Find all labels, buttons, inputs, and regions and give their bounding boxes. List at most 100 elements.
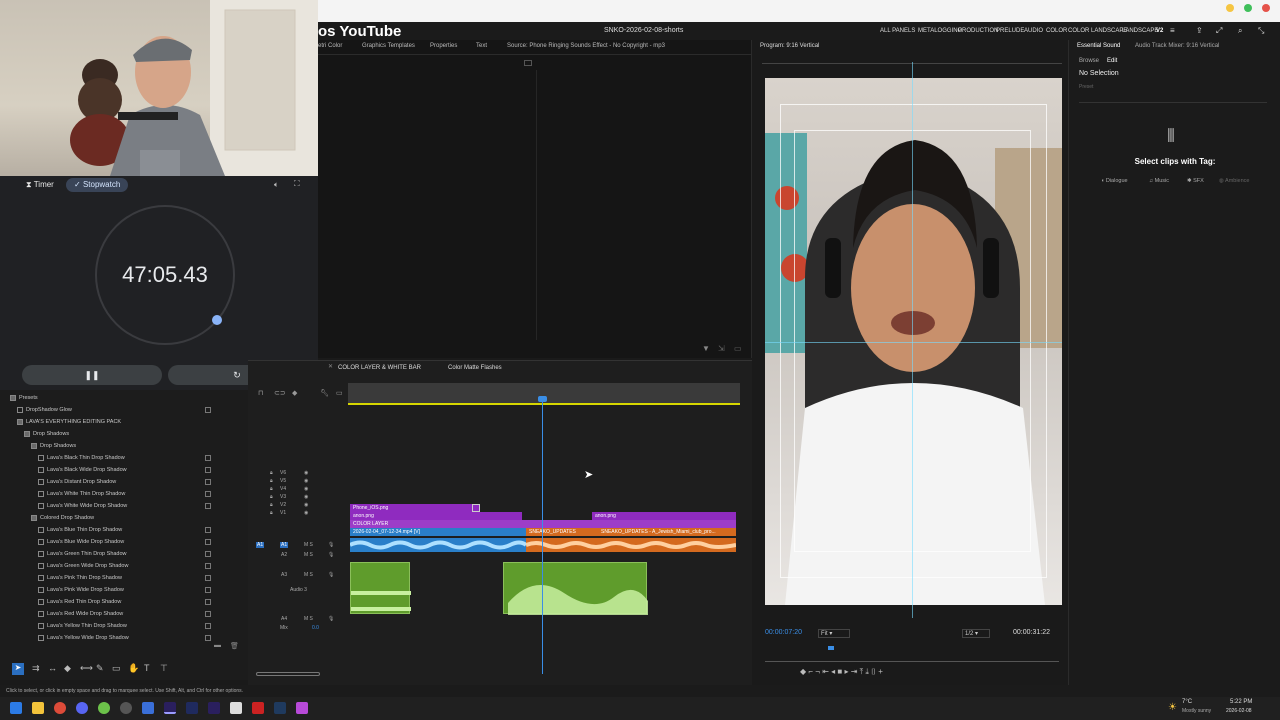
- effects-preset[interactable]: Lava's Red Wide Drop Shadow: [38, 608, 123, 620]
- caption-tool-icon[interactable]: ⊤: [160, 663, 168, 674]
- effects-preset[interactable]: Lava's Red Thin Drop Shadow: [38, 596, 121, 608]
- clip-color-layer[interactable]: COLOR LAYER: [350, 520, 736, 528]
- premiere-pro-icon[interactable]: [164, 702, 176, 714]
- file-explorer-icon[interactable]: [32, 702, 44, 714]
- shield-icon[interactable]: [142, 702, 154, 714]
- trash-icon[interactable]: 🗑︎: [230, 642, 239, 650]
- app-icon[interactable]: [296, 702, 308, 714]
- eye-icon[interactable]: ◉: [304, 510, 308, 516]
- effects-folder[interactable]: Drop Shadows: [24, 428, 69, 440]
- effects-preset[interactable]: Lava's Yellow Thin Drop Shadow: [38, 620, 127, 632]
- workspace-all-panels[interactable]: ALL PANELS: [880, 28, 915, 34]
- clip-phone[interactable]: Phone_iOS.png: [350, 504, 480, 512]
- track-select-tool-icon[interactable]: ⇉: [32, 663, 40, 674]
- fit-select[interactable]: Fit ▾: [818, 629, 850, 638]
- export-frame-icon[interactable]: ⇲: [718, 344, 725, 353]
- pause-button[interactable]: ❚❚: [22, 365, 162, 385]
- tab-lumetri-color[interactable]: etri Color: [318, 43, 342, 49]
- video-track-label[interactable]: V2: [280, 502, 286, 508]
- tab-timeline-color-matte[interactable]: Color Matte Flashes: [448, 365, 502, 371]
- workspace-production[interactable]: PRODUCTION: [958, 28, 998, 34]
- effects-folder[interactable]: Colored Drop Shadow: [31, 512, 94, 524]
- close-dot[interactable]: [1262, 4, 1270, 12]
- effects-preset[interactable]: Lava's White Thin Drop Shadow: [38, 488, 125, 500]
- lock-icon[interactable]: 🔒︎: [270, 478, 273, 484]
- microphone-icon[interactable]: 🎙︎: [328, 572, 334, 578]
- clip-sneako-audio[interactable]: [525, 538, 737, 552]
- effects-preset[interactable]: Lava's Distant Drop Shadow: [38, 476, 116, 488]
- microphone-icon[interactable]: 🎙︎: [328, 542, 334, 548]
- eye-icon[interactable]: ◉: [304, 470, 308, 476]
- tab-source[interactable]: Source: Phone Ringing Sounds Effect - No…: [507, 43, 665, 49]
- lock-icon[interactable]: 🔒︎: [270, 494, 273, 500]
- clock-date[interactable]: 2026-02-08: [1226, 708, 1252, 714]
- microphone-icon[interactable]: 🎙︎: [328, 616, 334, 622]
- after-effects-icon[interactable]: [208, 702, 220, 714]
- tag-dialogue[interactable]: ◖ Dialogue: [1101, 178, 1128, 184]
- effects-folder[interactable]: Presets: [10, 392, 38, 404]
- eye-icon[interactable]: ◉: [304, 494, 308, 500]
- linked-selection-icon[interactable]: ⊂⊃: [274, 389, 286, 397]
- tab-properties[interactable]: Properties: [430, 43, 457, 49]
- discord-icon[interactable]: [76, 702, 88, 714]
- tab-text[interactable]: Text: [476, 43, 487, 49]
- timeline-playhead[interactable]: [542, 398, 543, 674]
- eye-icon[interactable]: ◉: [304, 502, 308, 508]
- effects-preset[interactable]: Lava's Pink Wide Drop Shadow: [38, 584, 124, 596]
- effects-preset[interactable]: Lava's Yellow Wide Drop Shadow: [38, 632, 129, 644]
- source-patch-a1[interactable]: A1: [256, 542, 265, 548]
- captions-icon[interactable]: ▭: [336, 389, 343, 397]
- mute-solo-icon[interactable]: M S: [304, 552, 313, 558]
- tab-browse[interactable]: Browse: [1079, 58, 1099, 64]
- effects-preset[interactable]: Lava's Black Thin Drop Shadow: [38, 452, 125, 464]
- go-to-out-icon[interactable]: ⇥: [851, 667, 860, 676]
- workspace-v2[interactable]: V2: [1156, 28, 1163, 34]
- chrome-icon[interactable]: [54, 702, 66, 714]
- workspaces-menu-icon[interactable]: ≡: [1170, 26, 1175, 35]
- photoshop-icon[interactable]: [274, 702, 286, 714]
- program-scrubber[interactable]: [765, 661, 1059, 662]
- effects-preset[interactable]: Lava's Green Wide Drop Shadow: [38, 560, 128, 572]
- preset-select[interactable]: [1079, 94, 1267, 103]
- lock-icon[interactable]: 🔒︎: [270, 470, 273, 476]
- eye-icon[interactable]: ◉: [304, 486, 308, 492]
- mute-solo-icon[interactable]: M S: [304, 572, 313, 578]
- tab-essential-sound[interactable]: Essential Sound: [1077, 43, 1120, 49]
- mute-solo-icon[interactable]: M S: [304, 616, 313, 622]
- maximize-dot[interactable]: [1244, 4, 1252, 12]
- tab-timer[interactable]: ⧗ Timer: [26, 180, 54, 190]
- windows-start-icon[interactable]: [10, 702, 22, 714]
- audio-clip-2[interactable]: [503, 562, 648, 615]
- fullscreen-icon[interactable]: ⤡: [1258, 26, 1264, 36]
- tab-edit[interactable]: Edit: [1107, 58, 1117, 64]
- effects-preset[interactable]: Lava's Blue Thin Drop Shadow: [38, 524, 122, 536]
- program-title[interactable]: Program: 9:16 Vertical: [760, 43, 819, 49]
- audio-clip-1[interactable]: [350, 562, 411, 614]
- tab-timeline-color-layer[interactable]: COLOR LAYER & WHITE BAR: [338, 365, 421, 371]
- video-track-label[interactable]: V5: [280, 478, 286, 484]
- clock-time[interactable]: 5:22 PM: [1230, 699, 1252, 705]
- ripple-tool-icon[interactable]: ↔: [48, 663, 57, 673]
- rectangle-tool-icon[interactable]: ▭: [112, 663, 121, 674]
- app-icon[interactable]: [98, 702, 110, 714]
- video-track-label[interactable]: V3: [280, 494, 286, 500]
- workspace-color-landscape[interactable]: COLOR LANDSCAPE: [1068, 28, 1127, 34]
- effects-preset[interactable]: Lava's Pink Thin Drop Shadow: [38, 572, 122, 584]
- hand-tool-icon[interactable]: ✋: [128, 663, 139, 674]
- expand-icon[interactable]: ⤢: [1216, 26, 1222, 36]
- effects-folder[interactable]: Drop Shadows: [31, 440, 76, 452]
- volume-icon[interactable]: 🔈︎: [274, 180, 279, 190]
- lock-icon[interactable]: 🔒︎: [270, 502, 273, 508]
- add-icon[interactable]: +: [878, 667, 883, 676]
- playhead-handle[interactable]: [538, 396, 547, 402]
- program-playhead[interactable]: [828, 646, 834, 650]
- effects-preset[interactable]: Lava's Green Thin Drop Shadow: [38, 548, 127, 560]
- close-icon[interactable]: ✕: [328, 363, 338, 371]
- audio-track-label[interactable]: A1: [280, 542, 289, 548]
- video-track-label[interactable]: V4: [280, 486, 286, 492]
- clip-sneako-2[interactable]: SNEAKO_UPDATES - A_Jewish_Miami_club_pro…: [598, 528, 736, 536]
- clip-main-audio[interactable]: [349, 538, 528, 552]
- mute-solo-icon[interactable]: M S: [304, 542, 313, 548]
- app-icon[interactable]: [252, 702, 264, 714]
- clip-anon-2[interactable]: anon.png: [592, 512, 736, 520]
